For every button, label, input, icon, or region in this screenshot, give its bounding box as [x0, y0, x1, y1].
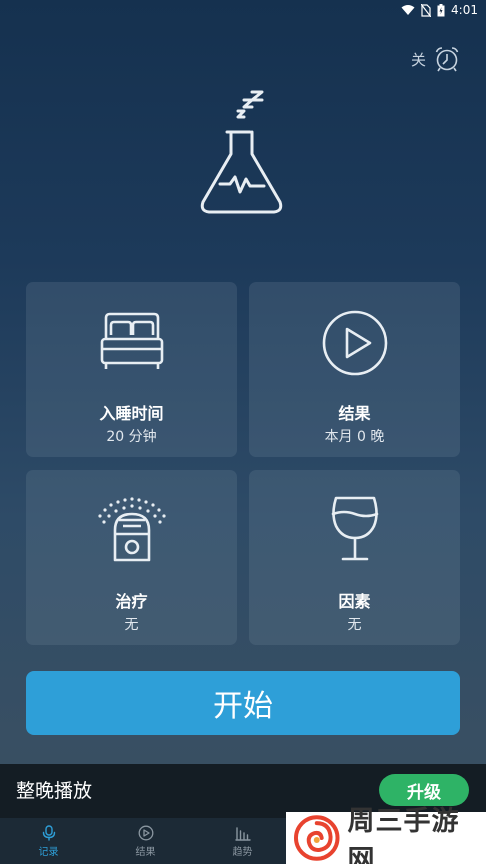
nav-item-trends[interactable]: 趋势	[194, 818, 291, 864]
tile-title: 结果	[338, 404, 371, 423]
play-circle-icon	[322, 310, 387, 376]
nav-label: 记录	[38, 846, 59, 858]
nav-item-record[interactable]: 记录	[0, 818, 97, 864]
alarm-toggle[interactable]: 关	[411, 46, 460, 72]
nav-label: 结果	[135, 846, 156, 858]
no-sim-icon	[421, 3, 432, 17]
tile-title: 治疗	[115, 592, 148, 611]
battery-icon	[437, 3, 445, 16]
tile-factors[interactable]: 因素 无	[249, 470, 460, 645]
tile-title: 因素	[338, 592, 371, 611]
wine-glass-icon	[331, 496, 378, 561]
diffuser-icon	[97, 497, 166, 562]
alarm-label: 关	[410, 50, 426, 69]
bed-icon	[100, 312, 163, 369]
tile-results[interactable]: 结果 本月 0 晚	[249, 282, 460, 457]
wifi-icon	[401, 5, 415, 15]
alarm-clock-icon	[435, 47, 459, 72]
start-button[interactable]: 开始	[26, 671, 460, 735]
tile-title: 入睡时间	[99, 404, 164, 423]
status-time: 4:01	[451, 3, 478, 17]
promo-text: 整晚播放	[16, 780, 93, 802]
microphone-icon	[42, 824, 55, 841]
tile-subtitle: 无	[347, 617, 362, 633]
tile-subtitle: 本月 0 晚	[324, 429, 385, 445]
sleep-flask-icon	[194, 88, 294, 220]
tile-subtitle: 20 分钟	[106, 429, 157, 445]
swirl-logo-icon	[294, 815, 340, 861]
nav-label: 趋势	[232, 846, 253, 858]
tile-subtitle: 无	[124, 617, 139, 633]
tile-therapy[interactable]: 治疗 无	[26, 470, 237, 645]
bar-chart-icon	[234, 826, 251, 841]
watermark-text: 周三手游网	[347, 806, 460, 864]
tile-sleep-time[interactable]: 入睡时间 20 分钟	[26, 282, 237, 457]
status-bar: 4:01	[0, 0, 486, 22]
play-circle-icon	[138, 825, 153, 840]
nav-item-results[interactable]: 结果	[97, 818, 194, 864]
app-screen: 4:01 关 入睡时间 20 分钟 结果 本月 0 晚 治疗 无 因素 无 开始…	[0, 0, 486, 864]
watermark-logo: 周三手游网	[286, 806, 486, 864]
